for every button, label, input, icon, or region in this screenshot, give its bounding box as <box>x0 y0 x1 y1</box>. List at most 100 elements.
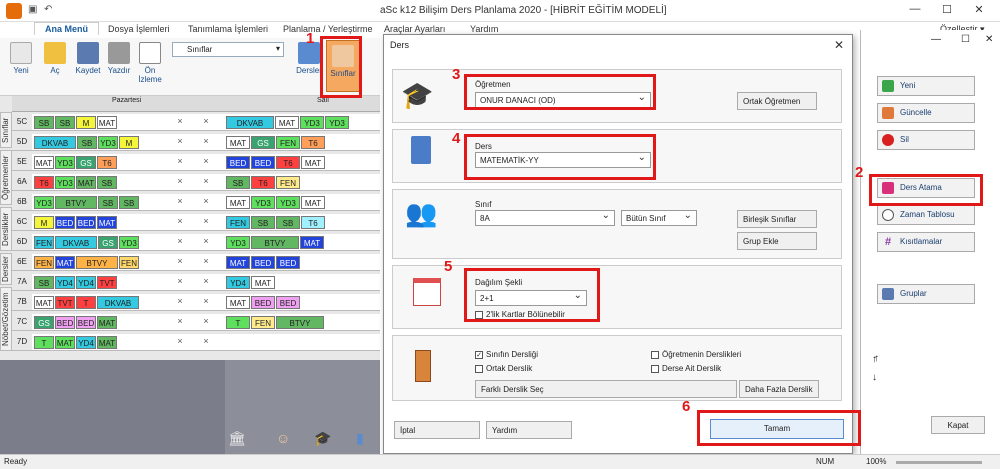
lesson-card[interactable]: YD3 <box>325 116 349 129</box>
lesson-card[interactable]: SB <box>119 196 139 209</box>
lesson-card[interactable]: T6 <box>97 156 117 169</box>
maximize-button[interactable]: ☐ <box>932 3 962 19</box>
lesson-card[interactable]: BTVY <box>251 236 299 249</box>
lesson-card[interactable]: T6 <box>301 136 325 149</box>
lesson-card[interactable]: SB <box>97 176 117 189</box>
row-label[interactable]: 5C <box>12 114 32 130</box>
dialog-close-icon[interactable]: ✕ <box>834 38 844 52</box>
tab-tanimlama[interactable]: Tanımlama İşlemleri <box>188 24 268 34</box>
lesson-card[interactable]: BED <box>251 296 275 309</box>
lesson-card[interactable]: MAT <box>97 316 117 329</box>
lesson-card[interactable]: T6 <box>251 176 275 189</box>
school-icon[interactable]: 🏛 <box>228 430 246 447</box>
save-button[interactable]: Kaydet <box>72 42 104 75</box>
lesson-card[interactable]: FEN <box>276 176 300 189</box>
undo-icon[interactable]: ↶ <box>44 4 56 16</box>
lesson-card[interactable]: T6 <box>301 216 325 229</box>
lesson-card[interactable]: MAT <box>226 256 250 269</box>
ortak-derslik-checkbox[interactable]: Ortak Derslik <box>475 364 532 373</box>
sinif-select[interactable]: 8A <box>475 210 615 226</box>
lesson-card[interactable]: T <box>226 316 250 329</box>
butun-sinif-select[interactable]: Bütün Sınıf <box>621 210 697 226</box>
minimize-button[interactable]: — <box>900 3 930 19</box>
ogretmen-derslik-checkbox[interactable]: Öğretmenin Derslikleri <box>651 350 741 359</box>
lesson-card[interactable]: TVT <box>97 276 117 289</box>
lesson-card[interactable]: T6 <box>34 176 54 189</box>
lesson-card[interactable]: YD3 <box>98 136 118 149</box>
lesson-card[interactable]: FEN <box>34 236 54 249</box>
close-button[interactable]: ✕ <box>964 3 994 19</box>
view-combo[interactable]: Sınıflar ▾ <box>172 42 284 57</box>
tab-ana-menu[interactable]: Ana Menü <box>34 22 100 35</box>
preview-button[interactable]: Ön İzleme <box>138 42 162 84</box>
lesson-card[interactable]: MAT <box>226 296 250 309</box>
lesson-card[interactable]: YD3 <box>226 236 250 249</box>
lesson-card[interactable]: SB <box>34 276 54 289</box>
lesson-card[interactable]: BTVY <box>55 196 97 209</box>
kisitlamalar-button[interactable]: # Kısıtlamalar <box>877 232 975 252</box>
row-label[interactable]: 6B <box>12 194 32 210</box>
lesson-card[interactable]: BED <box>251 156 275 169</box>
lesson-card[interactable]: BTVY <box>76 256 118 269</box>
yardim-button[interactable]: Yardım <box>486 421 572 439</box>
lesson-card[interactable]: TVT <box>55 296 75 309</box>
iptal-button[interactable]: İptal <box>394 421 480 439</box>
side-tab-nobet[interactable]: Nöbet/Gözetim <box>0 287 12 351</box>
lesson-card[interactable]: YD3 <box>34 196 54 209</box>
tab-planlama[interactable]: Planlama / Yerleştirme <box>283 24 373 34</box>
tab-dosya[interactable]: Dosya İşlemleri <box>108 24 170 34</box>
lesson-card[interactable]: MAT <box>55 256 75 269</box>
tab-yardim[interactable]: Yardım <box>470 24 498 34</box>
row-label[interactable]: 7C <box>12 314 32 330</box>
book-bottom-icon[interactable]: ▮ <box>356 430 364 447</box>
graduation-cap-icon[interactable]: 🎓 <box>314 430 331 447</box>
row-label[interactable]: 7A <box>12 274 32 290</box>
zaman-tablosu-button[interactable]: Zaman Tablosu <box>877 205 975 225</box>
lesson-card[interactable]: SB <box>34 116 54 129</box>
kapat-button[interactable]: Kapat <box>931 416 985 434</box>
lesson-card[interactable]: MAT <box>97 116 117 129</box>
lesson-card[interactable]: BED <box>76 216 96 229</box>
side-tab-siniflar[interactable]: Sınıflar <box>0 112 12 148</box>
lesson-card[interactable]: MAT <box>76 176 96 189</box>
lesson-card[interactable]: YD3 <box>55 176 75 189</box>
right-close[interactable]: ✕ <box>985 34 993 45</box>
row-label[interactable]: 5D <box>12 134 32 150</box>
right-maximize[interactable]: ☐ <box>961 34 970 45</box>
sil-button[interactable]: Sil <box>877 130 975 150</box>
print-button[interactable]: Yazdır <box>105 42 133 75</box>
lesson-card[interactable]: T <box>34 336 54 349</box>
lesson-card[interactable]: M <box>76 116 96 129</box>
lesson-card[interactable]: BED <box>226 156 250 169</box>
row-label[interactable]: 6D <box>12 234 32 250</box>
lesson-card[interactable]: MAT <box>251 276 275 289</box>
arrow-down-icon[interactable]: ↓ <box>872 372 877 383</box>
lesson-card[interactable]: MAT <box>34 296 54 309</box>
teacher-icon[interactable]: ☺ <box>276 430 290 446</box>
lesson-card[interactable]: GS <box>76 156 96 169</box>
lesson-card[interactable]: FEN <box>251 316 275 329</box>
lesson-card[interactable]: SB <box>98 196 118 209</box>
row-label[interactable]: 6E <box>12 254 32 270</box>
lesson-card[interactable]: DKVAB <box>55 236 97 249</box>
row-label[interactable]: 7B <box>12 294 32 310</box>
lesson-card[interactable]: YD4 <box>226 276 250 289</box>
lesson-card[interactable]: MAT <box>97 216 117 229</box>
lesson-card[interactable]: MAT <box>55 336 75 349</box>
lesson-card[interactable]: DKVAB <box>97 296 139 309</box>
lesson-card[interactable]: MAT <box>97 336 117 349</box>
grup-ekle-button[interactable]: Grup Ekle <box>737 232 817 250</box>
daha-fazla-button[interactable]: Daha Fazla Derslik <box>739 380 819 398</box>
lesson-card[interactable]: GS <box>251 136 275 149</box>
lesson-card[interactable]: SB <box>276 216 300 229</box>
lesson-card[interactable]: GS <box>34 316 54 329</box>
lesson-card[interactable]: FEN <box>276 136 300 149</box>
lesson-card[interactable]: BED <box>55 216 75 229</box>
side-tab-ogretmenler[interactable]: Öğretmenler <box>0 150 12 205</box>
row-label[interactable]: 7D <box>12 334 32 350</box>
lesson-card[interactable]: YD4 <box>76 336 96 349</box>
right-minimize[interactable]: — <box>931 34 941 45</box>
derse-ait-checkbox[interactable]: Derse Ait Derslik <box>651 364 721 373</box>
zoom-slider[interactable] <box>896 461 982 464</box>
tab-araclar[interactable]: Araçlar Ayarları <box>384 24 445 34</box>
